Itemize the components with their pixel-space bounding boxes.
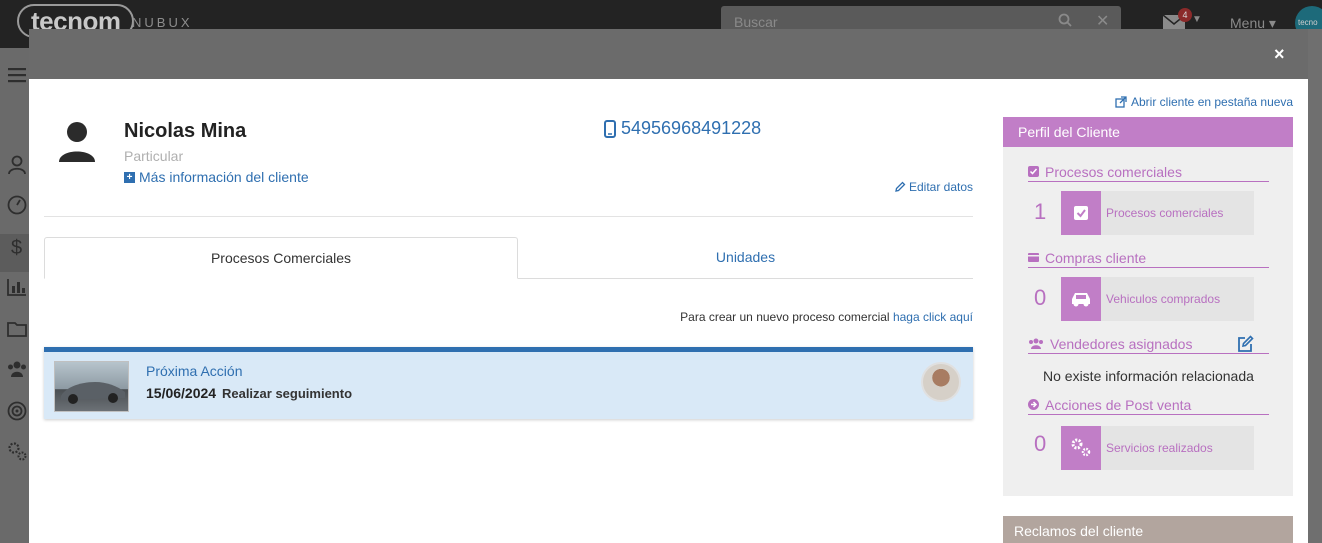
- create-process-hint: Para crear un nuevo proceso comercial ha…: [680, 310, 973, 324]
- tab-procesos-comerciales[interactable]: Procesos Comerciales: [44, 237, 518, 279]
- car-image: [54, 361, 129, 412]
- next-action-title[interactable]: Próxima Acción: [146, 363, 242, 379]
- search-icon[interactable]: [1058, 13, 1072, 27]
- purchased-vehicles-box[interactable]: Vehiculos comprados: [1061, 277, 1254, 321]
- purchases-box-label: Vehiculos comprados: [1106, 292, 1221, 306]
- wallet-icon: [1028, 253, 1039, 262]
- section-aftersales: Acciones de Post venta: [1028, 395, 1269, 415]
- plus-square-icon: +: [124, 171, 135, 183]
- profile-title: Perfil del Cliente: [1003, 117, 1293, 147]
- open-new-tab-link[interactable]: Abrir cliente en pestaña nueva: [1115, 95, 1293, 109]
- sellers-empty-message: No existe información relacionada: [1043, 368, 1254, 384]
- dollar-icon[interactable]: $: [6, 236, 28, 258]
- more-info-label: Más información del cliente: [139, 169, 309, 185]
- next-action-line: 15/06/2024 Realizar seguimiento: [146, 385, 352, 401]
- more-info-link[interactable]: + Más información del cliente: [124, 169, 309, 185]
- section-assigned-sellers: Vendedores asignados: [1028, 334, 1269, 354]
- aftersales-box-label: Servicios realizados: [1106, 441, 1213, 455]
- users-icon[interactable]: [6, 358, 28, 380]
- section-commercial-title: Procesos comerciales: [1045, 163, 1182, 180]
- brand-subtitle: NUBUX: [132, 15, 193, 30]
- create-process-text: Para crear un nuevo proceso comercial: [680, 310, 890, 324]
- commercial-processes-box[interactable]: Procesos comerciales: [1061, 191, 1254, 235]
- services-performed-box[interactable]: Servicios realizados: [1061, 426, 1254, 470]
- mobile-phone-icon: [604, 119, 616, 138]
- edit-client-link[interactable]: Editar datos: [894, 180, 973, 194]
- seller-avatar[interactable]: [921, 362, 961, 402]
- section-purchases-title: Compras cliente: [1045, 249, 1147, 266]
- section-aftersales-title: Acciones de Post venta: [1045, 396, 1192, 413]
- client-phone-link[interactable]: 54956968491228: [604, 118, 761, 139]
- section-commercial-processes: Procesos comerciales: [1028, 162, 1269, 182]
- svg-text:$: $: [11, 237, 22, 258]
- box-icon-bg: [1061, 191, 1101, 235]
- commercial-box-label: Procesos comerciales: [1106, 206, 1224, 220]
- client-type: Particular: [124, 148, 184, 164]
- aftersales-count: 0: [1034, 431, 1047, 456]
- arrow-circle-right-icon: [1028, 399, 1039, 410]
- modal-header: [29, 29, 1308, 79]
- next-action-date: 15/06/2024: [146, 385, 217, 401]
- external-link-icon: [1115, 96, 1127, 108]
- gears-icon: [1071, 438, 1091, 457]
- notification-badge: 4: [1178, 8, 1192, 22]
- search-placeholder: Buscar: [734, 14, 778, 30]
- section-purchases: Compras cliente: [1028, 248, 1269, 268]
- tab-unidades[interactable]: Unidades: [518, 237, 973, 278]
- left-sidebar: $: [0, 48, 30, 543]
- folder-icon[interactable]: [6, 318, 28, 340]
- edit-sellers-icon[interactable]: [1236, 335, 1254, 353]
- check-square-icon: [1074, 206, 1088, 220]
- header-divider: [44, 216, 973, 217]
- purchases-count: 0: [1034, 285, 1047, 310]
- open-new-tab-label: Abrir cliente en pestaña nueva: [1131, 95, 1294, 109]
- next-action-description: Realizar seguimiento: [221, 386, 353, 401]
- box-icon-bg: [1061, 426, 1101, 470]
- process-card[interactable]: Próxima Acción 15/06/2024 Realizar segui…: [44, 347, 973, 419]
- create-process-link[interactable]: haga click aquí: [893, 310, 973, 324]
- pencil-icon: [895, 181, 906, 192]
- edit-client-label: Editar datos: [909, 180, 974, 194]
- car-icon: [1072, 293, 1090, 307]
- car-photo-icon: [61, 382, 125, 404]
- commercial-count: 1: [1034, 199, 1047, 224]
- gears-icon[interactable]: [6, 440, 28, 462]
- checkbox-icon: [1028, 166, 1039, 177]
- backdrop-edge: [1308, 29, 1322, 543]
- hamburger-icon[interactable]: [6, 64, 28, 86]
- chevron-down-icon[interactable]: ▼: [1192, 14, 1202, 25]
- chart-icon[interactable]: [6, 276, 28, 298]
- target-icon[interactable]: [6, 400, 28, 422]
- clear-search-icon[interactable]: ✕: [1096, 11, 1109, 31]
- dashboard-icon[interactable]: [6, 194, 28, 216]
- box-icon-bg: [1061, 277, 1101, 321]
- claims-title: Reclamos del cliente: [1003, 516, 1293, 543]
- client-name: Nicolas Mina: [124, 120, 247, 142]
- users-icon: [1029, 338, 1043, 349]
- client-avatar-icon: [59, 122, 95, 162]
- close-icon[interactable]: ×: [1274, 44, 1285, 65]
- client-phone: 54956968491228: [621, 118, 762, 138]
- user-icon[interactable]: [6, 154, 28, 176]
- section-sellers-title: Vendedores asignados: [1050, 335, 1193, 352]
